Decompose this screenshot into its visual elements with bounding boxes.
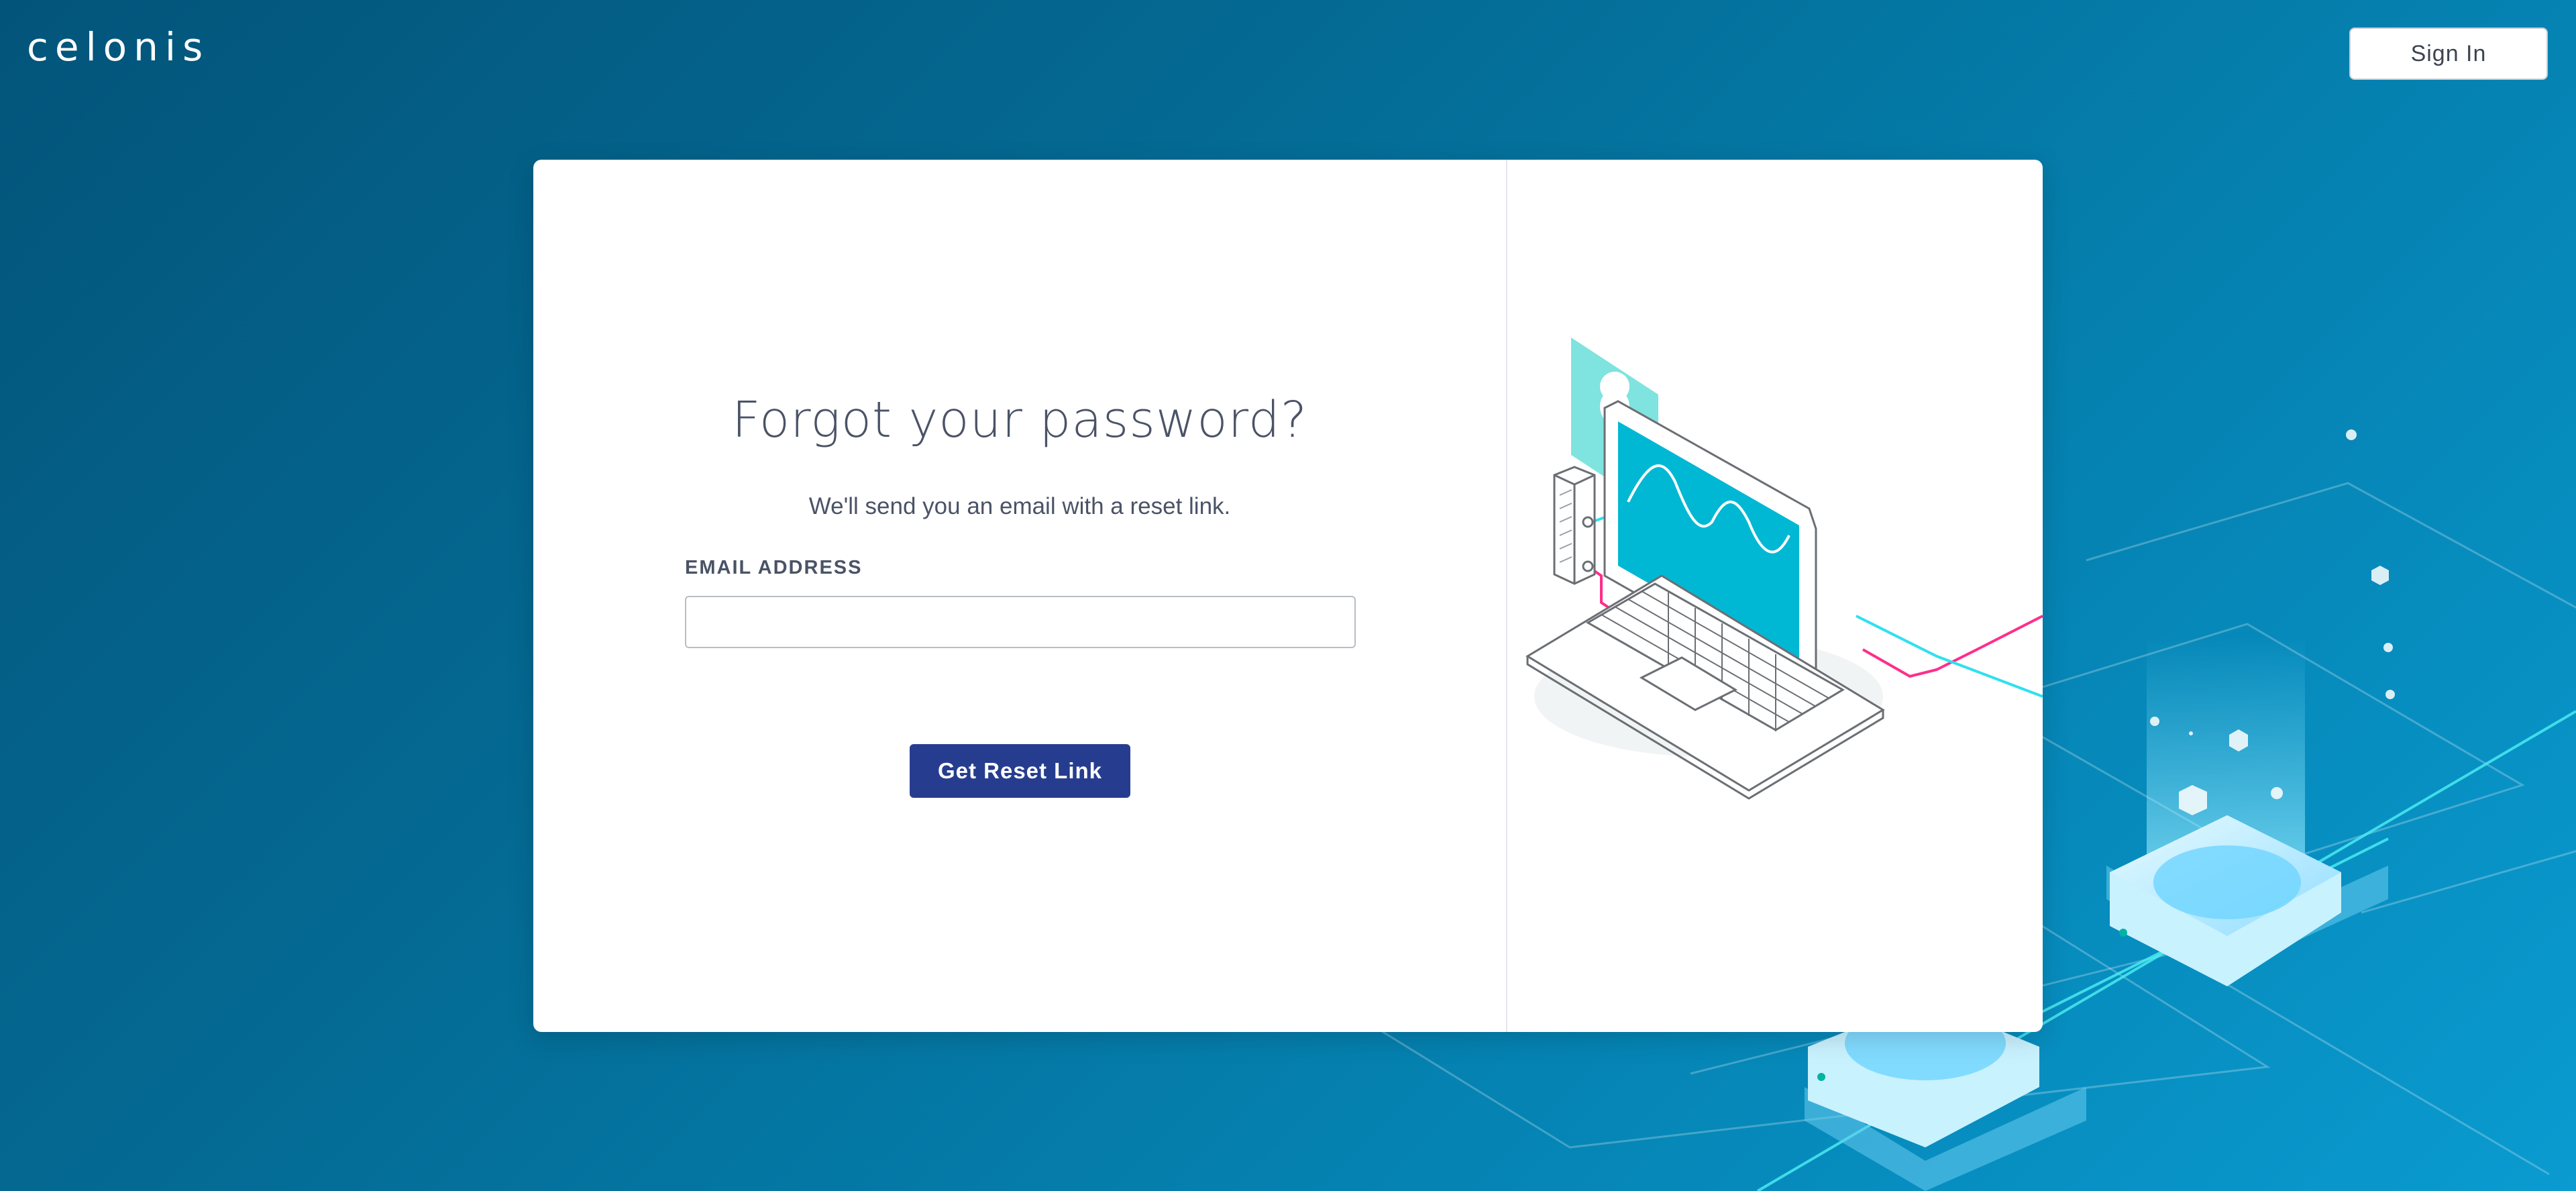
- sign-in-button[interactable]: Sign In: [2349, 28, 2548, 80]
- celonis-logo: celonis: [27, 24, 210, 70]
- page-title: Forgot your password?: [731, 391, 1308, 449]
- email-input[interactable]: [685, 596, 1356, 648]
- laptop-with-lock-illustration: [1525, 338, 2043, 800]
- page-subtitle: We'll send you an email with a reset lin…: [808, 493, 1231, 519]
- email-label: EMAIL ADDRESS: [685, 557, 863, 578]
- get-reset-link-button[interactable]: Get Reset Link: [910, 744, 1130, 798]
- forgot-password-card: Forgot your password? We'll send you an …: [533, 160, 2043, 1032]
